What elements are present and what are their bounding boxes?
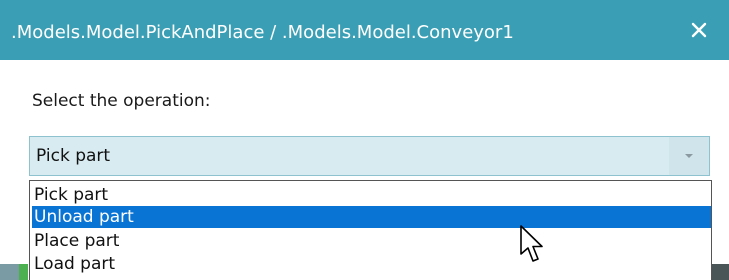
dropdown-option-unload-part[interactable]: Unload part (32, 206, 711, 228)
operation-combobox[interactable]: Pick part (29, 136, 710, 176)
combobox-dropdown-button[interactable] (669, 137, 709, 175)
dropdown-option-place-part[interactable]: Place part (32, 230, 711, 252)
operation-dropdown-list: Pick part Unload part Place part Load pa… (29, 180, 712, 280)
dropdown-option-load-part[interactable]: Load part (32, 253, 711, 275)
background-window-edge-left (0, 264, 28, 280)
dialog-titlebar: .Models.Model.PickAndPlace / .Models.Mod… (0, 0, 729, 60)
chevron-down-icon (685, 154, 693, 158)
operation-combobox-value: Pick part (36, 146, 111, 166)
close-button[interactable] (687, 18, 711, 42)
close-icon (691, 22, 707, 38)
dropdown-option-pick-part[interactable]: Pick part (32, 184, 711, 206)
background-window-edge-right (712, 264, 729, 280)
operation-prompt-label: Select the operation: (32, 91, 211, 111)
dialog-title: .Models.Model.PickAndPlace / .Models.Mod… (11, 22, 514, 43)
